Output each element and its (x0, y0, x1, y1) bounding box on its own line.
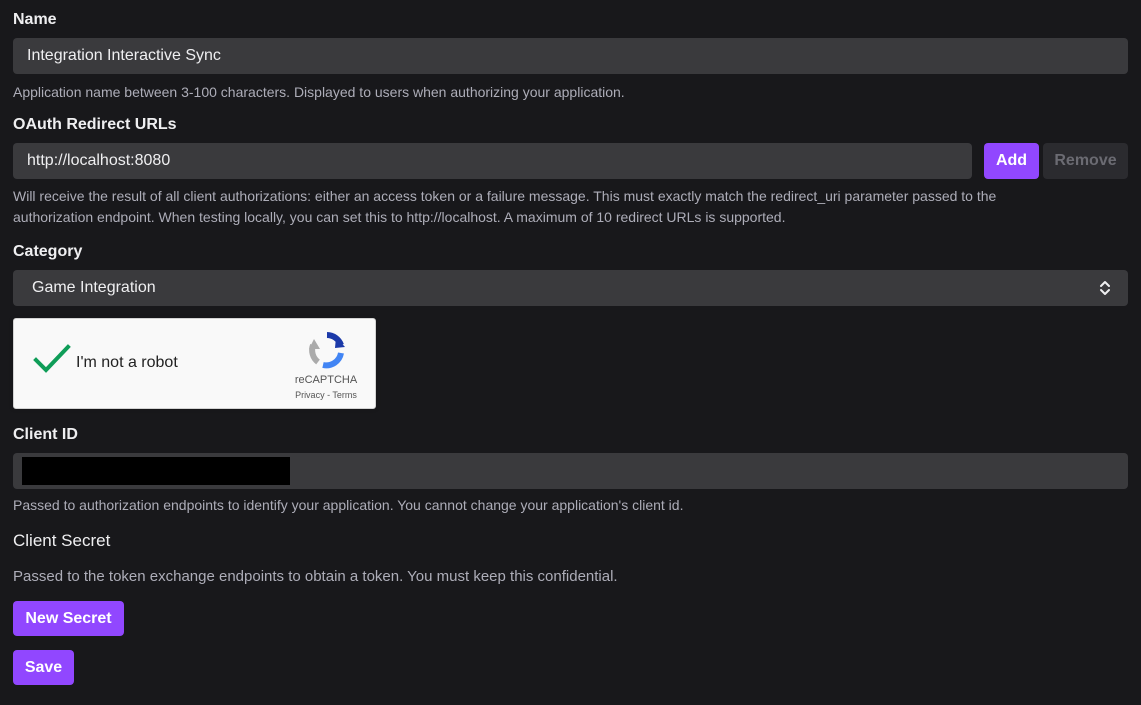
recaptcha-terms-link[interactable]: Terms (332, 390, 357, 400)
redirect-help-line-1: Will receive the result of all client au… (13, 188, 997, 204)
chevron-up-down-icon (1100, 281, 1110, 295)
category-select[interactable]: Game Integration (13, 270, 1128, 306)
remove-redirect-button[interactable]: Remove (1043, 143, 1128, 179)
category-selected-value: Game Integration (32, 279, 156, 296)
recaptcha-label: I'm not a robot (76, 354, 178, 371)
recaptcha-links: Privacy - Terms (286, 390, 366, 400)
name-label: Name (13, 11, 57, 28)
recaptcha-privacy-link[interactable]: Privacy (295, 390, 325, 400)
redirect-help-line-2: authorization endpoint. When testing loc… (13, 209, 786, 225)
application-settings-form: Name Integration Interactive Sync Applic… (0, 0, 1141, 705)
name-input[interactable]: Integration Interactive Sync (13, 38, 1128, 74)
recaptcha-widget: I'm not a robot reCAPTCHA Privacy - Term… (13, 318, 376, 409)
redirect-urls-label: OAuth Redirect URLs (13, 116, 177, 133)
client-id-redaction (22, 457, 290, 485)
save-button[interactable]: Save (13, 650, 74, 685)
category-label: Category (13, 243, 83, 260)
client-id-help-text: Passed to authorization endpoints to ide… (13, 497, 684, 513)
client-secret-label: Client Secret (13, 531, 111, 550)
new-secret-button[interactable]: New Secret (13, 601, 124, 636)
checkmark-icon[interactable] (32, 343, 72, 375)
redirect-help-text: Will receive the result of all client au… (13, 186, 1128, 228)
client-secret-help-text: Passed to the token exchange endpoints t… (13, 568, 618, 585)
recaptcha-logo-icon (309, 332, 345, 369)
add-redirect-button[interactable]: Add (984, 143, 1039, 179)
name-help-text: Application name between 3-100 character… (13, 84, 625, 100)
recaptcha-brand: reCAPTCHA (294, 374, 358, 386)
redirect-url-input[interactable]: http://localhost:8080 (13, 143, 972, 179)
client-id-label: Client ID (13, 426, 78, 443)
